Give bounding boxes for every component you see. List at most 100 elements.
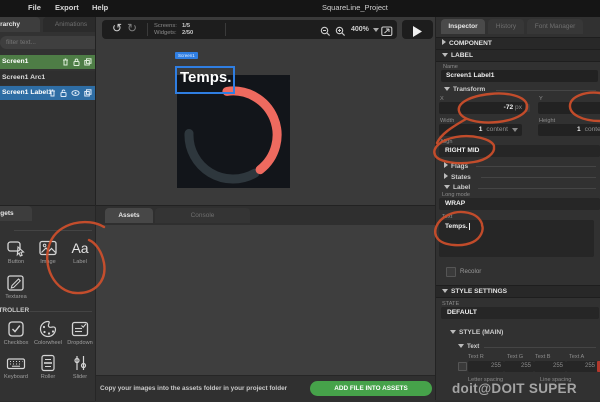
zoom-out-icon[interactable] [320,24,331,42]
tab-inspector[interactable]: Inspector [441,19,485,34]
play-button[interactable] [402,20,433,39]
delete-icon[interactable] [62,58,69,66]
section-divider [484,347,596,348]
delete-icon[interactable] [49,89,56,97]
collapse-arrow-icon [458,344,464,348]
widget-button[interactable]: Button [1,237,31,270]
align-dropdown[interactable]: RIGHT MID [439,145,600,157]
menu-file[interactable]: File [28,3,41,12]
screens-count-label: Screens: [154,23,177,30]
section-divider [30,311,92,312]
visibility-icon[interactable] [71,89,80,97]
hierarchy-panel: Hierarchy Animations Screen1 Screen1 Arc… [0,17,96,205]
section-divider [481,177,596,178]
hierarchy-row-name: Screen1 Label1 [2,89,52,96]
widgets-count-value: 2/50 [182,30,193,37]
label-widget[interactable]: Temps. [177,68,233,88]
zoom-level-value[interactable]: 400% [351,20,369,39]
text-b-label: Text B [535,354,551,360]
text-r-label: Text R [468,354,484,360]
duplicate-icon[interactable] [84,58,92,66]
tab-widgets[interactable]: Widgets [0,206,32,221]
text-b-input[interactable]: 255 [534,361,566,372]
zoom-in-icon[interactable] [335,24,346,42]
text-a-label: Text A [569,354,584,360]
label-section-header[interactable]: LABEL [436,49,600,62]
x-stepper[interactable] [525,104,530,112]
tab-console[interactable]: Console [155,208,250,223]
zoom-dropdown-icon[interactable] [373,28,379,32]
tab-history[interactable]: History [488,19,524,34]
style-settings-section-header[interactable]: STYLE SETTINGS [436,285,600,298]
tab-hierarchy[interactable]: Hierarchy [0,17,40,32]
widget-slider[interactable]: Slider [65,352,95,385]
text-color-checkbox[interactable] [458,362,467,371]
widget-textarea[interactable]: Textarea [1,272,31,305]
recolor-label: Recolor [460,268,481,275]
widget-image[interactable]: Image [33,237,63,270]
widget-keyboard[interactable]: Keyboard [1,352,31,385]
flags-section-header[interactable]: Flags [444,162,468,170]
textarea-widget-icon [1,272,31,294]
width-input[interactable]: 1content [439,124,522,136]
transform-section-header[interactable]: Transform [444,86,485,93]
menu-help[interactable]: Help [92,3,108,12]
keyboard-widget-icon [1,352,31,374]
name-input[interactable]: Screen1 Label1 [441,70,598,82]
arc-track [189,134,255,180]
collapse-arrow-icon [444,87,450,91]
recolor-checkbox[interactable] [446,267,456,277]
widget-colorwheel[interactable]: Colorwheel [33,318,63,351]
label-subsection-header[interactable]: Label [444,184,470,191]
fit-screen-icon[interactable] [381,24,393,42]
collapse-arrow-icon [442,53,448,57]
long-mode-dropdown[interactable]: WRAP [439,198,600,210]
menu-export[interactable]: Export [55,3,79,12]
text-style-section-header[interactable]: Text [458,343,479,350]
tab-animations[interactable]: Animations [43,17,96,32]
widget-dropdown[interactable]: Dropdown [65,318,95,351]
expand-arrow-icon [442,39,446,45]
unlock-icon[interactable] [60,89,67,97]
section-divider [476,166,596,167]
design-canvas[interactable]: ↺ ↻ Screens: 1/5 Widgets: 2/50 400% Scre… [95,17,435,205]
undo-icon[interactable]: ↺ [112,20,122,37]
selection-box[interactable]: Screen1 Temps. [175,66,235,94]
widget-roller[interactable]: Roller [33,352,63,385]
widget-label: Colorwheel [33,340,63,346]
duplicate-icon[interactable] [84,89,92,97]
inspector-panel: Inspector History Font Manager COMPONENT… [435,17,600,400]
hierarchy-row-arc1[interactable]: Screen1 Arc1 [0,71,95,85]
style-main-section-header[interactable]: STYLE (MAIN) [450,329,503,336]
collapse-arrow-icon [444,185,450,189]
collapse-arrow-icon [450,330,456,334]
hierarchy-row-label1[interactable]: Screen1 Label1 [0,86,95,100]
canvas-toolbar: ↺ ↻ Screens: 1/5 Widgets: 2/50 400% [102,20,397,39]
text-r-input[interactable]: 255 [468,361,504,372]
tab-assets[interactable]: Assets [105,208,153,223]
label-widget-icon: Aa [71,240,88,256]
add-file-into-assets-button[interactable]: ADD FILE INTO ASSETS [310,381,432,396]
window-title: SquareLine_Project [322,3,388,12]
widget-label: Checkbox [1,340,31,346]
widget-label-tool[interactable]: Aa Label [65,237,95,270]
hierarchy-row-screen1[interactable]: Screen1 [0,55,95,69]
widget-label: Dropdown [65,340,95,346]
text-g-input[interactable]: 255 [504,361,534,372]
states-section-header[interactable]: States [444,173,471,181]
screen-preview[interactable]: Screen1 Temps. [177,75,290,188]
toolbar-divider [225,23,226,36]
widgets-panel: Widgets BASIC Button Image Aa Label Text… [0,205,96,401]
height-input[interactable]: 1content [538,124,600,136]
assets-content-area[interactable] [95,225,435,375]
x-input[interactable]: -72 px [439,102,526,114]
text-textarea[interactable]: Temps. [439,220,594,257]
redo-icon[interactable]: ↻ [127,20,137,37]
lock-icon[interactable] [73,58,80,66]
tab-font-manager[interactable]: Font Manager [527,19,583,34]
y-input[interactable]: -59 px [538,102,600,114]
state-dropdown[interactable]: DEFAULT [441,307,599,319]
hierarchy-search-input[interactable] [0,36,96,49]
widget-checkbox[interactable]: Checkbox [1,318,31,351]
text-a-input[interactable]: 255 [566,361,598,372]
